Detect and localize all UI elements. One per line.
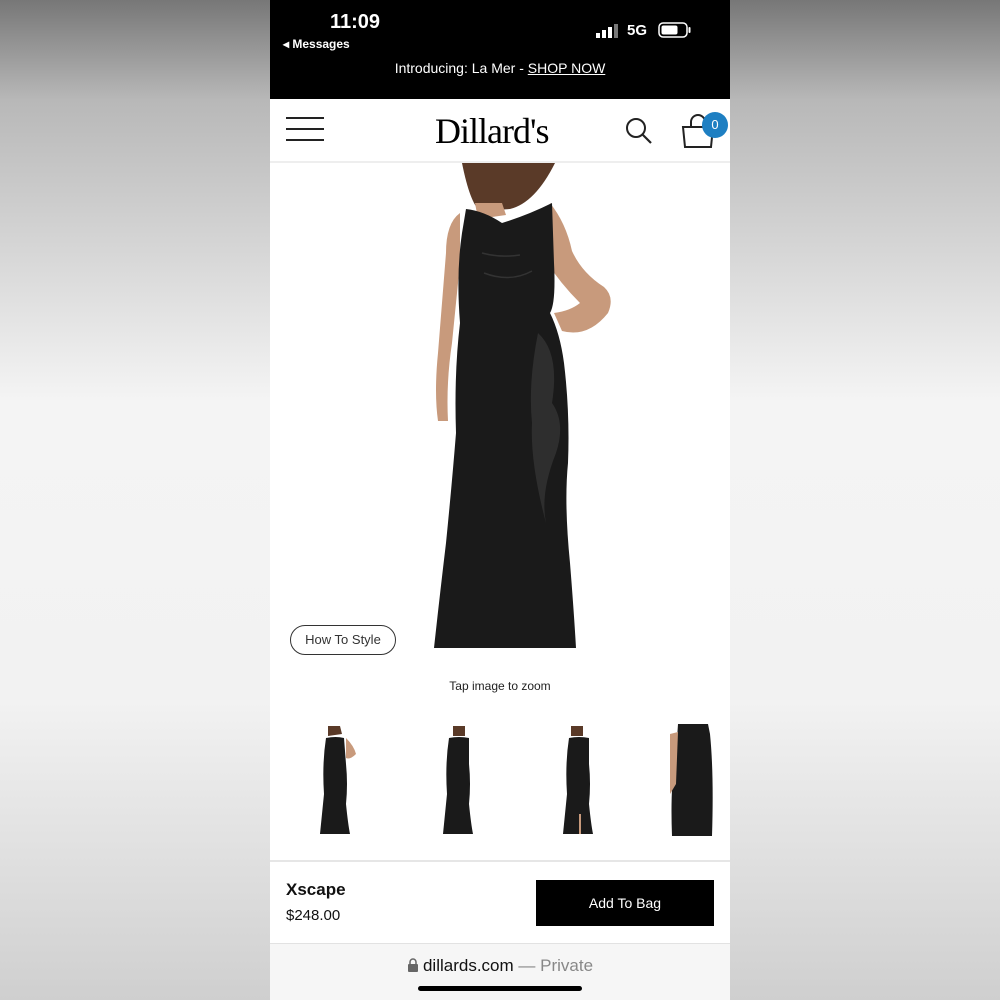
private-label: — Private: [513, 956, 594, 975]
network-type: 5G: [627, 22, 648, 39]
status-time: 11:09: [330, 11, 381, 33]
thumbnail-strip[interactable]: [270, 724, 730, 840]
how-to-style-button[interactable]: How To Style: [290, 625, 396, 655]
blurred-background-right: [730, 0, 1000, 1000]
product-price: $248.00: [286, 907, 341, 924]
back-to-messages-link[interactable]: ◂ Messages: [283, 37, 350, 51]
hamburger-menu-icon[interactable]: [286, 117, 324, 145]
product-image-dress[interactable]: [270, 163, 730, 668]
battery-icon: [658, 22, 691, 38]
lock-icon: [407, 958, 418, 972]
url-display: dillards.com — Private: [270, 956, 730, 976]
blurred-background-left: [0, 0, 270, 1000]
promo-text: Introducing: La Mer -: [394, 60, 528, 76]
home-indicator[interactable]: [418, 986, 582, 991]
thumbnail-back[interactable]: [433, 724, 485, 838]
bag-count-badge[interactable]: 0: [702, 112, 728, 138]
shop-now-link[interactable]: SHOP NOW: [528, 60, 606, 76]
search-icon[interactable]: [624, 116, 654, 146]
status-bar: 11:09 ◂ Messages 5G: [270, 0, 730, 58]
thumbnail-side[interactable]: [553, 724, 605, 838]
site-header: Dillard's: [270, 99, 730, 163]
divider: [270, 860, 730, 862]
signal-icon: [596, 24, 618, 38]
promo-banner: Introducing: La Mer - SHOP NOW: [270, 58, 730, 99]
browser-address-bar[interactable]: dillards.com — Private: [270, 943, 730, 1000]
product-brand: Xscape: [286, 880, 346, 899]
zoom-hint: Tap image to zoom: [449, 679, 551, 693]
thumbnail-front[interactable]: [310, 724, 362, 838]
dillards-logo[interactable]: Dillard's: [435, 110, 549, 152]
add-to-bag-button[interactable]: Add To Bag: [536, 880, 714, 926]
url-domain: dillards.com: [422, 956, 514, 975]
phone-screen: 11:09 ◂ Messages 5G Introducing: La Mer …: [270, 0, 730, 1000]
thumbnail-detail[interactable]: [668, 724, 716, 838]
